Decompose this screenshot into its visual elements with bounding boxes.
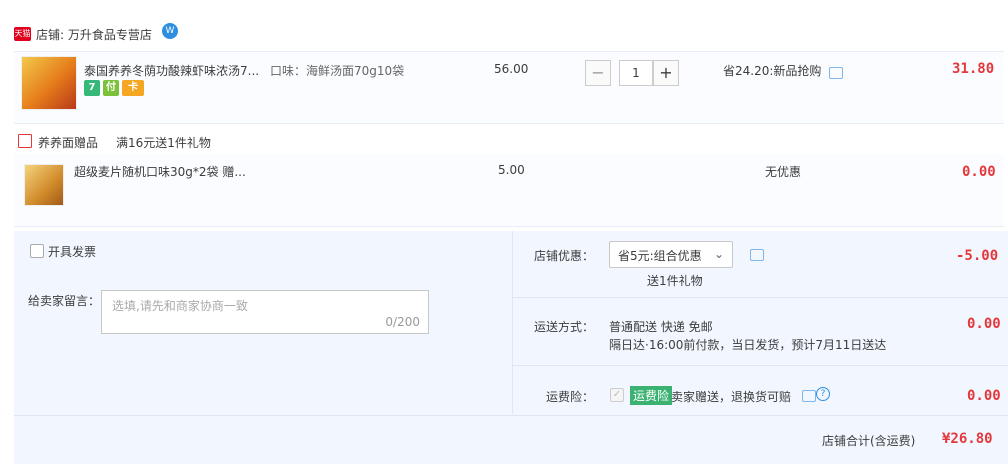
gift-title-link[interactable]: 超级麦片随机口味30g*2袋 赠... bbox=[74, 163, 246, 180]
gift-rule: 满16元送1件礼物 bbox=[116, 136, 211, 150]
invoice-label: 开具发票 bbox=[48, 245, 97, 259]
promo-info-icon[interactable] bbox=[829, 67, 843, 79]
total-label: 店铺合计(含运费) bbox=[822, 434, 916, 448]
discount-label: 店铺优惠： bbox=[534, 249, 595, 263]
order-options-panel: 开具发票 给卖家留言： 选填,请先和商家协商一致 0/200 店铺优惠： 省5元… bbox=[14, 231, 1008, 464]
discount-amount: -5.00 bbox=[956, 248, 999, 264]
gift-subtotal: 0.00 bbox=[962, 164, 996, 180]
discount-select[interactable]: 省5元:组合优惠 ⌄ bbox=[609, 241, 733, 268]
shop-name-link[interactable]: 店铺: 万升食品专营店 bbox=[36, 26, 152, 43]
item-subtotal: 31.80 bbox=[952, 61, 995, 77]
tmall-icon: 天猫 bbox=[14, 27, 31, 41]
total-amount: ¥26.80 bbox=[942, 431, 993, 447]
quantity-stepper: − 1 + bbox=[585, 60, 681, 86]
gift-unit-price: 5.00 bbox=[498, 163, 525, 177]
insurance-label: 运费险： bbox=[546, 390, 595, 404]
card-payment-icon: 卡 bbox=[122, 80, 144, 96]
shop-header: 天猫 店铺: 万升食品专营店 W bbox=[0, 18, 1008, 48]
divider bbox=[513, 297, 1008, 298]
help-icon[interactable]: ? bbox=[816, 387, 830, 401]
insurance-amount: 0.00 bbox=[967, 388, 1001, 404]
qty-input[interactable]: 1 bbox=[619, 60, 653, 86]
gift-item-row: 超级麦片随机口味30g*2袋 赠... 5.00 无优惠 0.00 bbox=[14, 154, 1004, 227]
service-icons: 7 付 卡 bbox=[84, 80, 144, 96]
chevron-down-icon: ⌄ bbox=[713, 247, 724, 261]
insurance-badge: 运费险 bbox=[630, 386, 673, 405]
message-textarea[interactable]: 选填,请先和商家协商一致 0/200 bbox=[101, 290, 429, 334]
gift-header: 养养面赠品 满16元送1件礼物 bbox=[14, 130, 1004, 154]
discount-info-icon[interactable] bbox=[750, 249, 764, 261]
message-label: 给卖家留言： bbox=[28, 294, 101, 308]
cart-item-row: 泰国养养冬荫功酸辣虾味浓汤7... 口味：海鲜汤面70g10袋 7 付 卡 56… bbox=[14, 51, 1004, 124]
qty-increase-button[interactable]: + bbox=[653, 60, 679, 86]
discount-note: 送1件礼物 bbox=[647, 274, 703, 288]
shipping-detail: 隔日达·16:00前付款，当日发货，预计7月11日送达 bbox=[609, 338, 887, 352]
seven-day-return-icon: 7 bbox=[84, 80, 100, 96]
insurance-checkbox[interactable]: ✓ bbox=[610, 388, 624, 402]
message-counter: 0/200 bbox=[385, 315, 420, 329]
gift-promo: 无优惠 bbox=[765, 165, 802, 179]
product-thumbnail[interactable] bbox=[21, 56, 77, 110]
insurance-msg-icon[interactable] bbox=[802, 390, 816, 402]
gift-header-title: 养养面赠品 bbox=[38, 136, 99, 150]
left-options: 开具发票 给卖家留言： 选填,请先和商家协商一致 0/200 bbox=[14, 231, 511, 414]
unit-price: 56.00 bbox=[494, 62, 529, 76]
pay-guarantee-icon: 付 bbox=[103, 80, 119, 96]
discount-selected: 省5元:组合优惠 bbox=[618, 249, 702, 263]
product-title-link[interactable]: 泰国养养冬荫功酸辣虾味浓汤7... bbox=[84, 62, 259, 79]
promo-text: 省24.20:新品抢购 bbox=[723, 64, 822, 78]
message-placeholder: 选填,请先和商家协商一致 bbox=[112, 299, 248, 313]
gift-icon bbox=[18, 134, 32, 148]
shipping-label: 运送方式： bbox=[534, 320, 595, 334]
shipping-amount: 0.00 bbox=[967, 316, 1001, 332]
wangwang-chat-icon[interactable]: W bbox=[162, 23, 178, 39]
product-sku: 口味：海鲜汤面70g10袋 bbox=[270, 64, 405, 78]
gift-thumbnail[interactable] bbox=[24, 164, 64, 206]
right-options: 店铺优惠： 省5元:组合优惠 ⌄ 送1件礼物 -5.00 运送方式： 普通配送 … bbox=[512, 231, 1008, 414]
divider bbox=[513, 365, 1008, 366]
qty-decrease-button[interactable]: − bbox=[585, 60, 611, 86]
insurance-desc: 卖家赠送，退换货可赔 bbox=[671, 390, 792, 404]
shop-total-bar: 店铺合计(含运费) ¥26.80 bbox=[14, 415, 1008, 465]
shipping-method: 普通配送 快递 免邮 bbox=[609, 320, 713, 334]
invoice-checkbox[interactable] bbox=[30, 244, 44, 258]
